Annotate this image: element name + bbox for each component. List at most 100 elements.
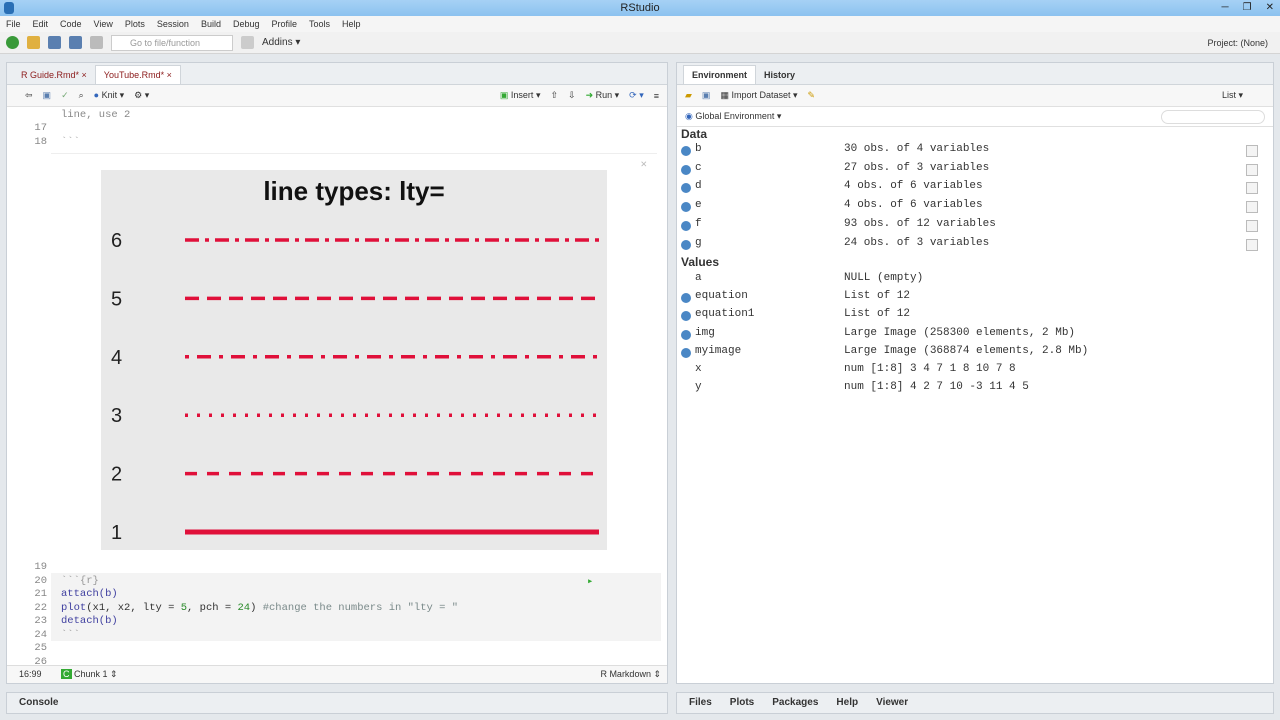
tab-history[interactable]: History — [756, 66, 803, 84]
line-type-label: 4 — [111, 347, 122, 369]
var-value: 27 obs. of 3 variables — [844, 161, 990, 174]
save-icon[interactable] — [48, 36, 61, 49]
environment-pane: Environment History ▰ ▣ ▦ Import Dataset … — [676, 62, 1274, 684]
maximize-button[interactable]: ❐ — [1243, 0, 1252, 16]
search-icon[interactable]: ⌕ — [79, 90, 84, 101]
back-icon[interactable]: ⇦ — [25, 90, 33, 101]
menu-tools[interactable]: Tools — [309, 16, 330, 32]
save-workspace-icon[interactable]: ▣ — [702, 90, 711, 101]
tab-youtube[interactable]: YouTube.Rmd* × — [94, 65, 181, 84]
goto-file-input[interactable]: Go to file/function — [111, 34, 233, 51]
env-row[interactable]: myimage Large Image (368874 elements, 2.8… — [677, 345, 1277, 363]
new-file-icon[interactable] — [6, 36, 19, 49]
run-button[interactable]: ➜ Run ▾ — [586, 90, 620, 101]
spellcheck-icon[interactable]: ✓ — [61, 90, 69, 101]
data-section-header: Data — [681, 127, 708, 141]
expand-icon[interactable] — [681, 347, 691, 358]
menu-file[interactable]: File — [6, 16, 21, 32]
file-type-selector[interactable]: R Markdown ⇕ — [600, 666, 661, 682]
view-grid-icon[interactable] — [1246, 238, 1258, 251]
expand-icon[interactable] — [681, 239, 691, 250]
close-button[interactable]: ✕ — [1266, 0, 1274, 16]
close-output-icon[interactable]: ✕ — [641, 158, 647, 171]
env-row[interactable]: g 24 obs. of 3 variables — [677, 237, 1277, 255]
minimize-button[interactable]: ─ — [1222, 0, 1229, 16]
env-row[interactable]: img Large Image (258300 elements, 2 Mb) — [677, 327, 1277, 345]
up-icon[interactable]: ⇧ — [550, 90, 558, 101]
tab-plots[interactable]: Plots — [730, 697, 754, 709]
view-grid-icon[interactable] — [1246, 182, 1258, 195]
env-row[interactable]: d 4 obs. of 6 variables — [677, 180, 1277, 198]
rerun-icon[interactable]: ⟳ ▾ — [629, 90, 644, 101]
env-row[interactable]: equation List of 12 — [677, 290, 1277, 308]
var-name: equation — [695, 290, 748, 303]
view-grid-icon[interactable] — [1246, 145, 1258, 157]
clear-broom-icon[interactable]: ✎ — [808, 90, 816, 101]
line-number: 25 — [34, 642, 47, 654]
line-number: 23 — [34, 615, 47, 627]
env-row[interactable]: c 27 obs. of 3 variables — [677, 162, 1277, 180]
print-icon[interactable] — [90, 36, 103, 49]
window-title: RStudio — [620, 2, 660, 14]
project-menu[interactable]: Project: (None) — [1207, 38, 1268, 48]
expand-icon[interactable] — [681, 183, 691, 194]
code-line: detach(b) — [61, 615, 118, 627]
chunk-selector[interactable]: C Chunk 1 ⇕ — [61, 666, 118, 682]
expand-icon[interactable] — [681, 311, 691, 322]
env-row[interactable]: b 30 obs. of 4 variables — [677, 143, 1277, 161]
tab-help[interactable]: Help — [836, 697, 858, 709]
menu-code[interactable]: Code — [60, 16, 82, 32]
addins-menu[interactable]: Addins ▾ — [262, 37, 300, 48]
tab-viewer[interactable]: Viewer — [876, 697, 908, 709]
view-grid-icon[interactable] — [1246, 163, 1258, 176]
menu-debug[interactable]: Debug — [233, 16, 260, 32]
view-grid-icon[interactable] — [1246, 201, 1258, 214]
outline-icon[interactable]: ≡ — [654, 91, 659, 101]
line-number: 24 — [34, 628, 47, 641]
env-row[interactable]: a NULL (empty) — [677, 272, 1277, 290]
menu-help[interactable]: Help — [342, 16, 361, 32]
down-icon[interactable]: ⇩ — [568, 90, 576, 101]
code-area[interactable]: line, use 2 17 18 ``` line types: lty= 6 5… — [7, 107, 661, 668]
expand-icon[interactable] — [681, 202, 691, 213]
var-value: 4 obs. of 6 variables — [844, 199, 983, 212]
tab-files[interactable]: Files — [689, 697, 712, 709]
env-row[interactable]: f 93 obs. of 12 variables — [677, 218, 1277, 236]
view-grid-icon[interactable] — [1246, 219, 1258, 232]
save-icon[interactable]: ▣ — [43, 90, 52, 101]
scope-select[interactable]: ◉ Global Environment ▾ — [685, 111, 781, 122]
env-row[interactable]: equation1 List of 12 — [677, 308, 1277, 326]
tab-packages[interactable]: Packages — [772, 697, 818, 709]
menu-profile[interactable]: Profile — [272, 16, 298, 32]
settings-icon[interactable]: ⚙ ▾ — [134, 90, 149, 101]
line-number: 17 — [34, 122, 47, 134]
menu-view[interactable]: View — [94, 16, 113, 32]
expand-icon[interactable] — [681, 293, 691, 304]
expand-icon[interactable] — [681, 164, 691, 175]
expand-icon[interactable] — [681, 146, 691, 156]
code-line: ``` — [61, 136, 80, 148]
insert-button[interactable]: ▣ Insert ▾ — [500, 90, 541, 101]
import-dataset-button[interactable]: ▦ Import Dataset ▾ — [720, 90, 797, 101]
expand-icon[interactable] — [681, 329, 691, 340]
tab-r-guide[interactable]: R Guide.Rmd* × — [13, 66, 95, 84]
console-pane[interactable]: Console — [6, 692, 668, 714]
load-workspace-icon[interactable]: ▰ — [685, 90, 692, 101]
open-file-icon[interactable] — [27, 36, 40, 49]
menu-build[interactable]: Build — [201, 16, 221, 32]
save-all-icon[interactable] — [69, 36, 82, 49]
tab-environment[interactable]: Environment — [683, 65, 757, 84]
menu-edit[interactable]: Edit — [33, 16, 49, 32]
env-search-input[interactable] — [1161, 109, 1265, 124]
expand-icon[interactable] — [681, 220, 691, 231]
menu-plots[interactable]: Plots — [125, 16, 145, 32]
grid-layout-icon[interactable] — [241, 36, 254, 49]
env-row[interactable]: e 4 obs. of 6 variables — [677, 199, 1277, 217]
knit-button[interactable]: ● Knit ▾ — [94, 90, 125, 101]
env-row[interactable]: y num [1:8] 4 2 7 10 -3 11 4 5 — [677, 381, 1277, 399]
env-row[interactable]: x num [1:8] 3 4 7 1 8 10 7 8 — [677, 363, 1277, 381]
run-chunk-icon[interactable]: ▸ — [587, 575, 593, 588]
view-mode-select[interactable]: List ▾ — [1222, 90, 1243, 101]
menu-session[interactable]: Session — [157, 16, 189, 32]
var-name: b — [695, 143, 702, 155]
